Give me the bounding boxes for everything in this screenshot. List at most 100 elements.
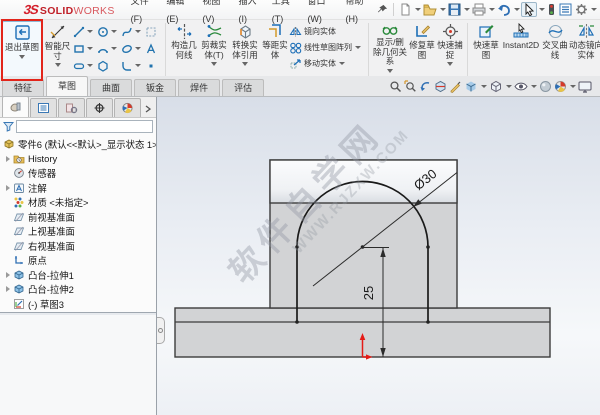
graphics-area[interactable]: Ø30 25 软件自学网 WWW.RJZXW.COM xyxy=(157,96,600,415)
trim-entities-button[interactable]: 剪裁实体(T) xyxy=(199,21,229,78)
dropdown-caret[interactable] xyxy=(135,30,141,33)
options-gear-icon[interactable] xyxy=(574,2,589,17)
construction-geometry-button[interactable]: 构造几何线 xyxy=(169,21,199,78)
tree-item-boss-extrude1[interactable]: 凸台-拉伸1 xyxy=(0,268,156,283)
panel-collapse-handle[interactable] xyxy=(157,317,165,344)
feature-tree-filter-input[interactable] xyxy=(16,120,153,133)
slot-tool-button[interactable] xyxy=(73,57,97,74)
arc-tool-button[interactable] xyxy=(97,40,121,57)
zoom-to-fit-icon[interactable] xyxy=(389,80,402,93)
tab-weldments[interactable]: 焊件 xyxy=(178,79,220,96)
tree-item-boss-extrude2[interactable]: 凸台-拉伸2 xyxy=(0,282,156,297)
select-arrow-icon[interactable] xyxy=(521,2,537,17)
dropdown-caret[interactable] xyxy=(506,85,512,88)
tree-item-part[interactable]: 零件6 (默认<<默认>_显示状态 1>) xyxy=(0,137,156,152)
pin-icon[interactable] xyxy=(376,3,389,16)
feature-manager-design-tree-tab[interactable] xyxy=(2,96,29,117)
menu-edit[interactable]: 编辑(E) xyxy=(160,0,196,28)
dropdown-caret[interactable] xyxy=(242,62,248,66)
tab-surfaces[interactable]: 曲面 xyxy=(90,79,132,96)
line-tool-button[interactable] xyxy=(73,23,97,40)
linear-sketch-pattern-button[interactable]: 线性草图阵列 xyxy=(289,40,365,55)
text-tool-button[interactable] xyxy=(145,40,162,57)
quick-snaps-button[interactable]: 快速捕捉 xyxy=(436,21,464,78)
dropdown-caret[interactable] xyxy=(111,47,117,50)
tree-item-annotations[interactable]: 注解 xyxy=(0,181,156,196)
fillet-tool-button[interactable] xyxy=(121,57,145,74)
dropdown-caret[interactable] xyxy=(135,47,141,50)
sketch-point[interactable] xyxy=(426,320,430,324)
hide-show-items-icon[interactable] xyxy=(514,81,528,92)
instant2d-button[interactable]: Instant2D xyxy=(501,21,541,78)
dropdown-caret[interactable] xyxy=(591,8,597,11)
open-icon[interactable] xyxy=(422,2,438,17)
display-manager-tab[interactable] xyxy=(114,98,141,117)
tree-item-right-plane[interactable]: 右视基准面 xyxy=(0,239,156,254)
dimxpert-manager-tab[interactable] xyxy=(86,98,113,117)
save-icon[interactable] xyxy=(447,2,462,17)
dropdown-caret[interactable] xyxy=(531,85,537,88)
menu-help[interactable]: 帮助(H) xyxy=(340,0,376,28)
view-orientation-icon[interactable] xyxy=(464,80,478,93)
menu-insert[interactable]: 插入(I) xyxy=(233,0,266,28)
tree-item-history[interactable]: History xyxy=(0,152,156,167)
dropdown-caret[interactable] xyxy=(135,64,141,67)
edit-appearance-icon[interactable] xyxy=(539,80,552,93)
display-delete-relations-button[interactable]: 显示/删除几何关系 xyxy=(372,21,408,78)
dropdown-caret[interactable] xyxy=(87,47,93,50)
properties-icon[interactable] xyxy=(558,2,573,17)
menu-view[interactable]: 视图(V) xyxy=(196,0,232,28)
menu-tools[interactable]: 工具(T) xyxy=(266,0,302,28)
dynamic-mirror-button[interactable]: 动态镜向实体 xyxy=(569,21,600,78)
configuration-manager-tab[interactable] xyxy=(58,98,85,117)
dropdown-caret[interactable] xyxy=(539,8,545,11)
intersection-curve-button[interactable]: 交叉曲线 xyxy=(541,21,569,78)
dropdown-caret[interactable] xyxy=(447,62,453,66)
print-icon[interactable] xyxy=(471,2,487,17)
dropdown-caret[interactable] xyxy=(570,85,576,88)
tab-features[interactable]: 特征 xyxy=(2,79,44,96)
menu-window[interactable]: 窗口(W) xyxy=(301,0,339,28)
expand-arrow-icon[interactable] xyxy=(6,286,10,292)
ellipse-tool-button[interactable] xyxy=(121,40,145,57)
tab-sheet-metal[interactable]: 钣金 xyxy=(134,79,176,96)
dropdown-caret[interactable] xyxy=(19,55,25,59)
offset-entities-button[interactable]: 等距实体 xyxy=(261,21,289,78)
dropdown-caret[interactable] xyxy=(111,30,117,33)
dropdown-caret[interactable] xyxy=(339,62,345,65)
dropdown-caret[interactable] xyxy=(387,69,393,73)
menu-file[interactable]: 文件(F) xyxy=(125,0,161,28)
dropdown-caret[interactable] xyxy=(489,8,495,11)
display-style-icon[interactable] xyxy=(489,80,503,93)
tree-item-top-plane[interactable]: 上视基准面 xyxy=(0,224,156,239)
rebuild-icon[interactable] xyxy=(546,2,557,17)
tree-item-material[interactable]: 材质 <未指定> xyxy=(0,195,156,210)
rectangle-tool-button[interactable] xyxy=(73,40,97,57)
polygon-tool-button[interactable] xyxy=(97,57,121,74)
sketch-point[interactable] xyxy=(295,320,299,324)
dropdown-caret[interactable] xyxy=(87,64,93,67)
convert-entities-button[interactable]: 转换实体引用 xyxy=(229,21,261,78)
dropdown-caret[interactable] xyxy=(355,46,361,49)
view-settings-icon[interactable] xyxy=(578,81,592,93)
exit-sketch-button[interactable]: 退出草图 xyxy=(2,21,42,78)
dropdown-caret[interactable] xyxy=(415,8,421,11)
point-tool-button[interactable] xyxy=(145,57,162,74)
property-manager-tab[interactable] xyxy=(30,98,57,117)
undo-icon[interactable] xyxy=(496,3,512,17)
sketch-point[interactable] xyxy=(295,245,299,249)
dropdown-caret[interactable] xyxy=(514,8,520,11)
move-entities-button[interactable]: 移动实体 xyxy=(289,56,365,71)
panel-tabs-overflow-chevron[interactable] xyxy=(145,105,151,117)
height-dimension-text[interactable]: 25 xyxy=(361,286,376,300)
smart-dimension-button[interactable]: 智能尺寸 xyxy=(42,21,73,78)
tree-item-origin[interactable]: 原点 xyxy=(0,253,156,268)
dropdown-caret[interactable] xyxy=(481,85,487,88)
dropdown-caret[interactable] xyxy=(464,8,470,11)
model-sketch-canvas[interactable]: Ø30 25 xyxy=(157,96,600,415)
sketch-point[interactable] xyxy=(426,245,430,249)
circle-tool-button[interactable] xyxy=(97,23,121,40)
tab-sketch[interactable]: 草图 xyxy=(46,76,88,96)
rapid-sketch-button[interactable]: 快速草图 xyxy=(471,21,501,78)
dropdown-caret[interactable] xyxy=(211,62,217,66)
